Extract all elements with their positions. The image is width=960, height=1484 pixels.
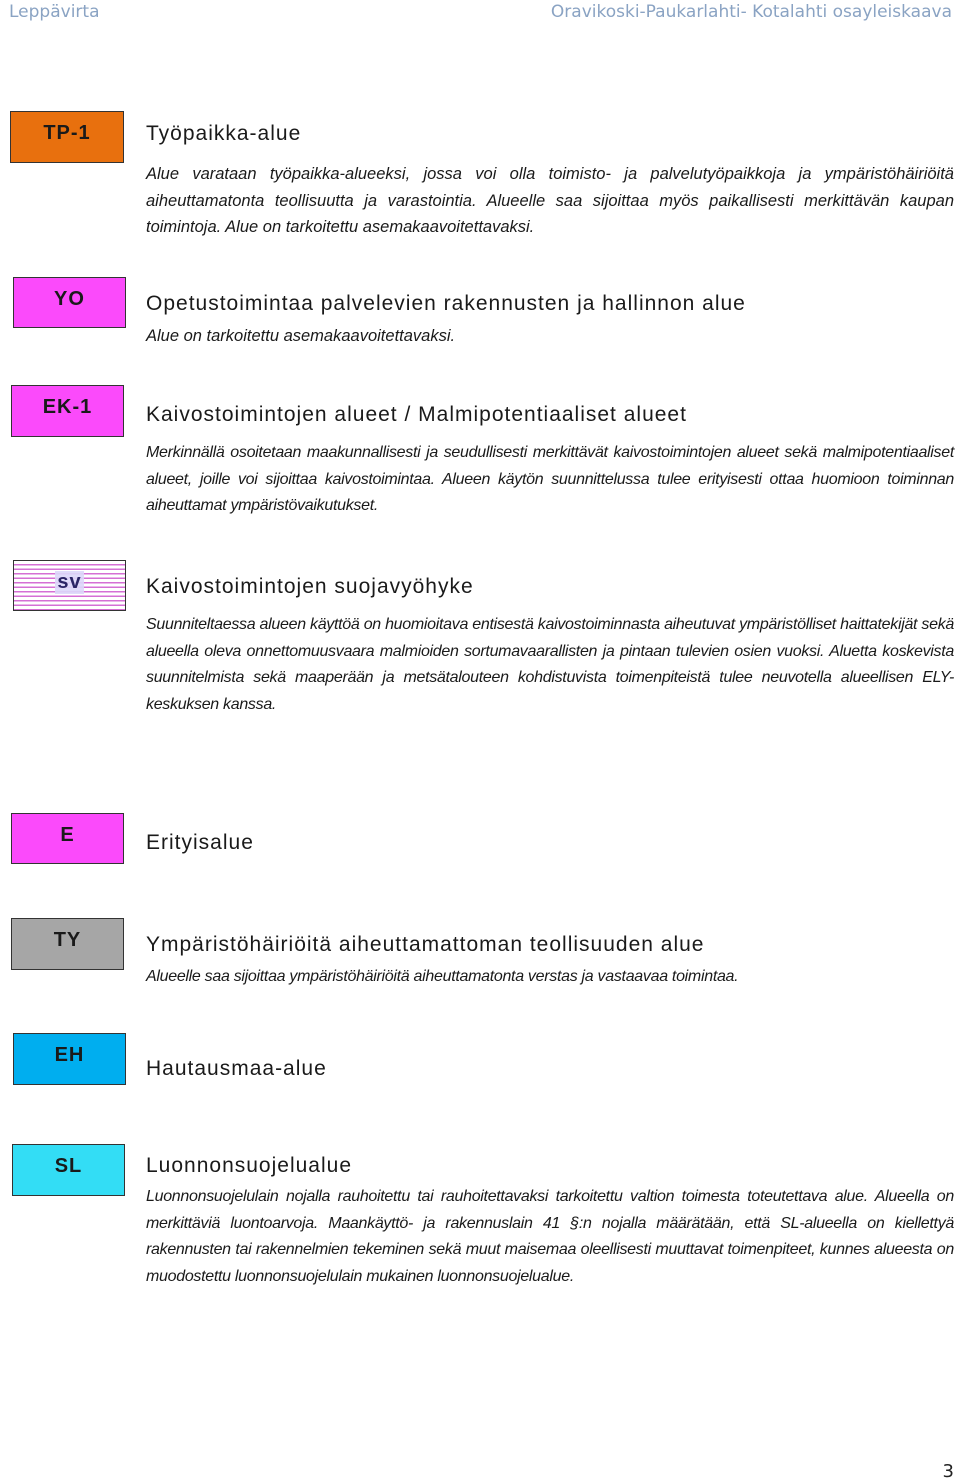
legend-description: Alueelle saa sijoittaa ympäristöhäiriöit… — [146, 968, 739, 985]
legend-code: TP-1 — [43, 122, 91, 144]
legend-description: Alue varataan työpaikka-alueeksi, jossa … — [146, 165, 954, 236]
legend-description: Alue on tarkoitettu asemakaavoitettavaks… — [146, 327, 456, 345]
legend-code: EK-1 — [42, 396, 93, 418]
legend-description: Suunniteltaessa alueen käyttöä on huomio… — [146, 616, 954, 713]
page-number: 3 — [942, 1461, 954, 1482]
header-municipality: Leppävirta — [9, 2, 100, 22]
legend-swatch-tp1: TP-1 — [10, 111, 124, 163]
legend-code: TY — [53, 929, 82, 951]
legend-swatch-sl: SL — [12, 1144, 125, 1196]
legend-code: E — [60, 824, 75, 846]
legend-swatch-e: E — [11, 813, 124, 864]
legend-swatch-sv: sv — [13, 560, 126, 611]
legend-title: Luonnonsuojelualue — [146, 1154, 353, 1177]
legend-description: Merkinnällä osoitetaan maakunnallisesti … — [146, 444, 954, 514]
legend-title: Kaivostoimintojen suojavyöhyke — [146, 575, 474, 598]
legend-title: Ympäristöhäiriöitä aiheuttamattoman teol… — [146, 933, 705, 956]
legend-title: Työpaikka-alue — [146, 122, 302, 145]
legend-title: Erityisalue — [146, 831, 254, 854]
legend-title: Opetustoimintaa palvelevien rakennusten … — [146, 292, 746, 315]
legend-code: EH — [54, 1044, 85, 1066]
legend-title: Hautausmaa-alue — [146, 1057, 327, 1080]
legend-code: YO — [54, 288, 85, 310]
legend-description: Luonnonsuojelulain nojalla rauhoitettu t… — [146, 1188, 954, 1285]
legend-code: SL — [54, 1155, 83, 1177]
legend-swatch-eh: EH — [13, 1033, 126, 1085]
legend-title: Kaivostoimintojen alueet / Malmipotentia… — [146, 403, 687, 426]
legend-code: sv — [55, 571, 84, 594]
page-header: Leppävirta Oravikoski-Paukarlahti- Kotal… — [0, 0, 960, 26]
header-plan-name: Oravikoski-Paukarlahti- Kotalahti osayle… — [550, 2, 952, 22]
legend-swatch-yo: YO — [13, 277, 126, 328]
legend-swatch-ek1: EK-1 — [11, 385, 124, 437]
legend-swatch-ty: TY — [11, 918, 124, 970]
